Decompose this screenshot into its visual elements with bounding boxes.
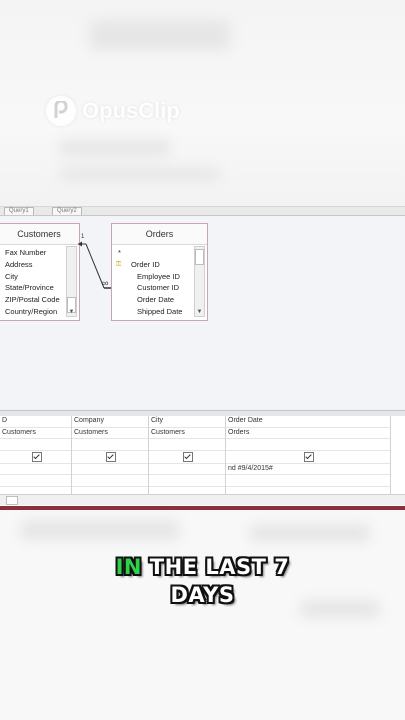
grid-show-cell[interactable] — [226, 451, 390, 464]
primary-key-icon: ⚿ — [116, 260, 122, 268]
orders-field-list: * ⚿ Order ID Employee ID Customer ID Ord… — [112, 245, 207, 318]
blurred-shape — [60, 140, 170, 156]
caption-line-2: DAYS — [170, 583, 235, 607]
tab-query1[interactable]: Query1 — [4, 207, 34, 215]
query-tab-strip: Query1 Query2 — [0, 207, 405, 216]
blurred-video-background-top: OpusClip — [0, 0, 405, 210]
grid-show-cell[interactable] — [0, 451, 71, 464]
grid-criteria-cell[interactable] — [72, 464, 148, 475]
field-order-id[interactable]: Order ID — [118, 260, 160, 269]
orders-scrollbar[interactable]: ▼ — [194, 246, 205, 317]
grid-sort-cell[interactable] — [149, 439, 225, 451]
caption-highlight-word: IN — [115, 555, 142, 579]
grid-field-cell[interactable]: Company — [72, 416, 148, 428]
grid-criteria-cell[interactable] — [0, 464, 71, 475]
field-customer-id[interactable]: Customer ID — [112, 282, 207, 294]
orders-table[interactable]: Orders * ⚿ Order ID Employee ID Customer… — [111, 223, 208, 321]
grid-table-cell[interactable]: Orders — [226, 428, 390, 439]
grid-criteria-cell[interactable] — [149, 464, 225, 475]
grid-or-cell[interactable] — [72, 475, 148, 487]
caption-line-1-rest: THE LAST 7 — [142, 555, 290, 579]
caption-line-1: IN THE LAST 7 — [0, 553, 405, 581]
scroll-down-icon[interactable]: ▼ — [195, 308, 204, 316]
grid-criteria-cell[interactable]: nd #9/4/2015# — [226, 464, 390, 475]
grid-table-cell[interactable]: Customers — [0, 428, 71, 439]
show-checkbox[interactable] — [304, 451, 314, 462]
field-order-date[interactable]: Order Date — [112, 294, 207, 306]
grid-horizontal-scrollbar[interactable] — [0, 494, 405, 505]
blurred-shape — [90, 20, 230, 50]
orders-table-title[interactable]: Orders — [112, 224, 207, 245]
grid-field-cell[interactable]: Order Date — [226, 416, 390, 428]
logo-text: OpusClip — [82, 98, 180, 123]
grid-field-cell[interactable]: D — [0, 416, 71, 428]
grid-column-4[interactable]: Order Date Orders nd #9/4/2015# — [226, 416, 391, 494]
blurred-video-background-bottom — [0, 510, 405, 720]
scroll-thumb[interactable] — [6, 496, 18, 505]
query-design-grid: D Customers Company Customers City Custo… — [0, 416, 405, 505]
grid-sort-cell[interactable] — [72, 439, 148, 451]
grid-column-3[interactable]: City Customers — [149, 416, 226, 494]
watermark-logo: OpusClip — [46, 96, 180, 126]
grid-sort-cell[interactable] — [0, 439, 71, 451]
show-checkbox[interactable] — [183, 451, 193, 462]
tab-query2[interactable]: Query2 — [52, 207, 82, 215]
grid-or-cell[interactable] — [149, 475, 225, 487]
blurred-shape — [60, 168, 220, 180]
show-checkbox[interactable] — [31, 451, 42, 462]
grid-column-empty[interactable] — [391, 416, 405, 494]
table-pane: Customers Fax Number Address City State/… — [0, 216, 405, 409]
field-employee-id[interactable]: Employee ID — [112, 271, 207, 283]
scroll-thumb[interactable] — [195, 249, 204, 265]
blurred-shape — [20, 520, 180, 540]
opusclip-logo-icon — [46, 96, 76, 126]
many-side-label: ∞ — [102, 278, 109, 288]
one-side-label: 1 — [81, 234, 85, 240]
grid-column-2[interactable]: Company Customers — [72, 416, 149, 494]
grid-sort-cell[interactable] — [226, 439, 390, 451]
grid-or-cell[interactable] — [0, 475, 71, 487]
show-checkbox[interactable] — [106, 451, 116, 462]
grid-show-cell[interactable] — [72, 451, 148, 464]
grid-or-cell[interactable] — [226, 475, 390, 487]
query-design-window: Query1 Query2 Customers Fax Number Addre… — [0, 206, 405, 505]
grid-column-1[interactable]: D Customers — [0, 416, 72, 494]
field-shipped-date[interactable]: Shipped Date — [112, 306, 207, 318]
grid-show-cell[interactable] — [149, 451, 225, 464]
grid-table-cell[interactable]: Customers — [72, 428, 148, 439]
blurred-shape — [250, 524, 370, 542]
video-caption: IN THE LAST 7 DAYS — [0, 553, 405, 609]
grid-table-cell[interactable]: Customers — [149, 428, 225, 439]
grid-field-cell[interactable]: City — [149, 416, 225, 428]
field-all[interactable]: * — [112, 247, 207, 259]
field-order-id-row[interactable]: ⚿ Order ID — [112, 259, 207, 271]
